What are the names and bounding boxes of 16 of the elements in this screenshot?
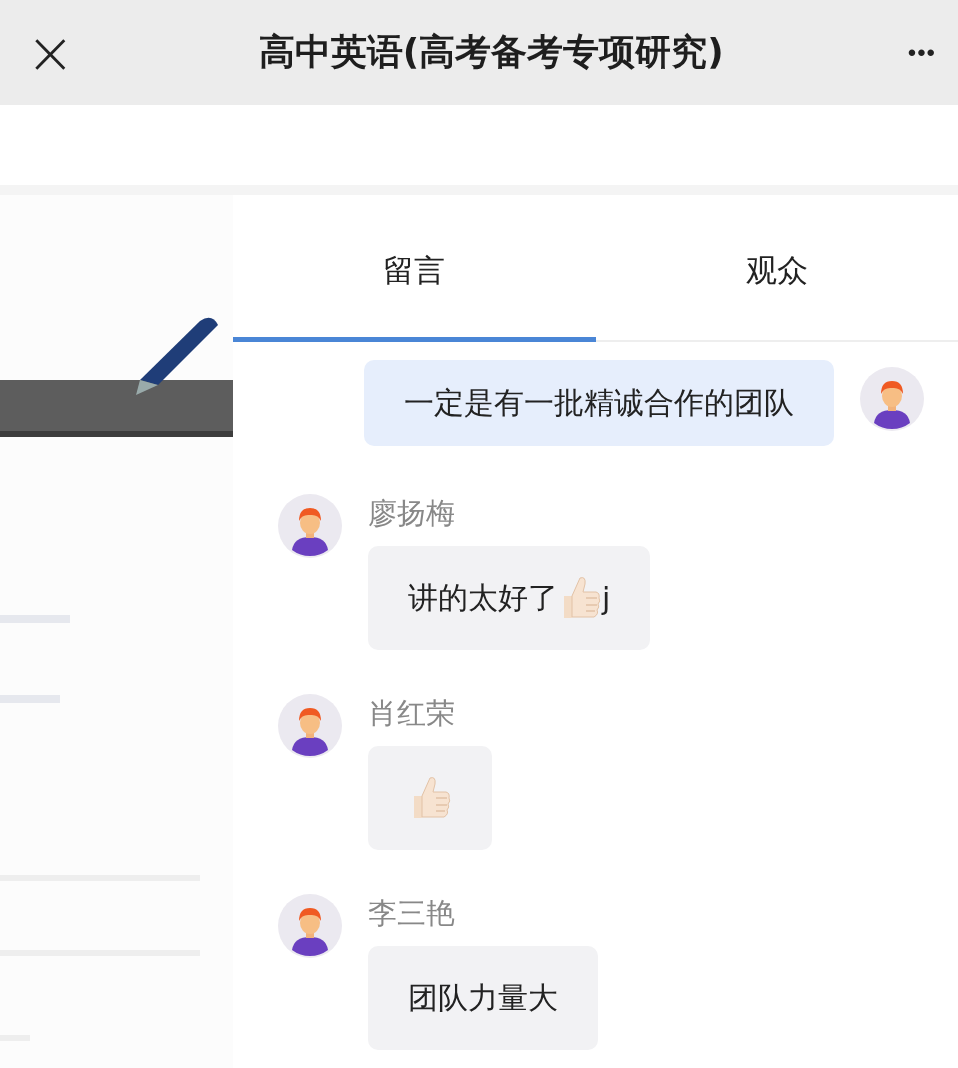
close-button[interactable]: × (26, 23, 75, 82)
tab[interactable]: 留言 (233, 195, 596, 342)
sender-name: 廖扬梅 (368, 495, 455, 532)
message-text: 团队力量大 (408, 978, 558, 1017)
sender-name: 李三艳 (368, 895, 455, 932)
avatar-icon (278, 894, 342, 958)
tab[interactable]: 观众 (595, 195, 958, 342)
message-text: j (602, 580, 611, 616)
avatar-icon (278, 494, 342, 558)
avatar-icon (278, 694, 342, 758)
sender-name: 肖红荣 (368, 695, 455, 732)
window-title: 高中英语(高考备考专项研究) (257, 30, 725, 74)
message-text: 讲的太好了 (408, 578, 558, 617)
more-button[interactable]: ••• (907, 38, 936, 67)
avatar-icon (860, 367, 924, 431)
message-text: 一定是有一批精诚合作的团队 (404, 383, 794, 422)
